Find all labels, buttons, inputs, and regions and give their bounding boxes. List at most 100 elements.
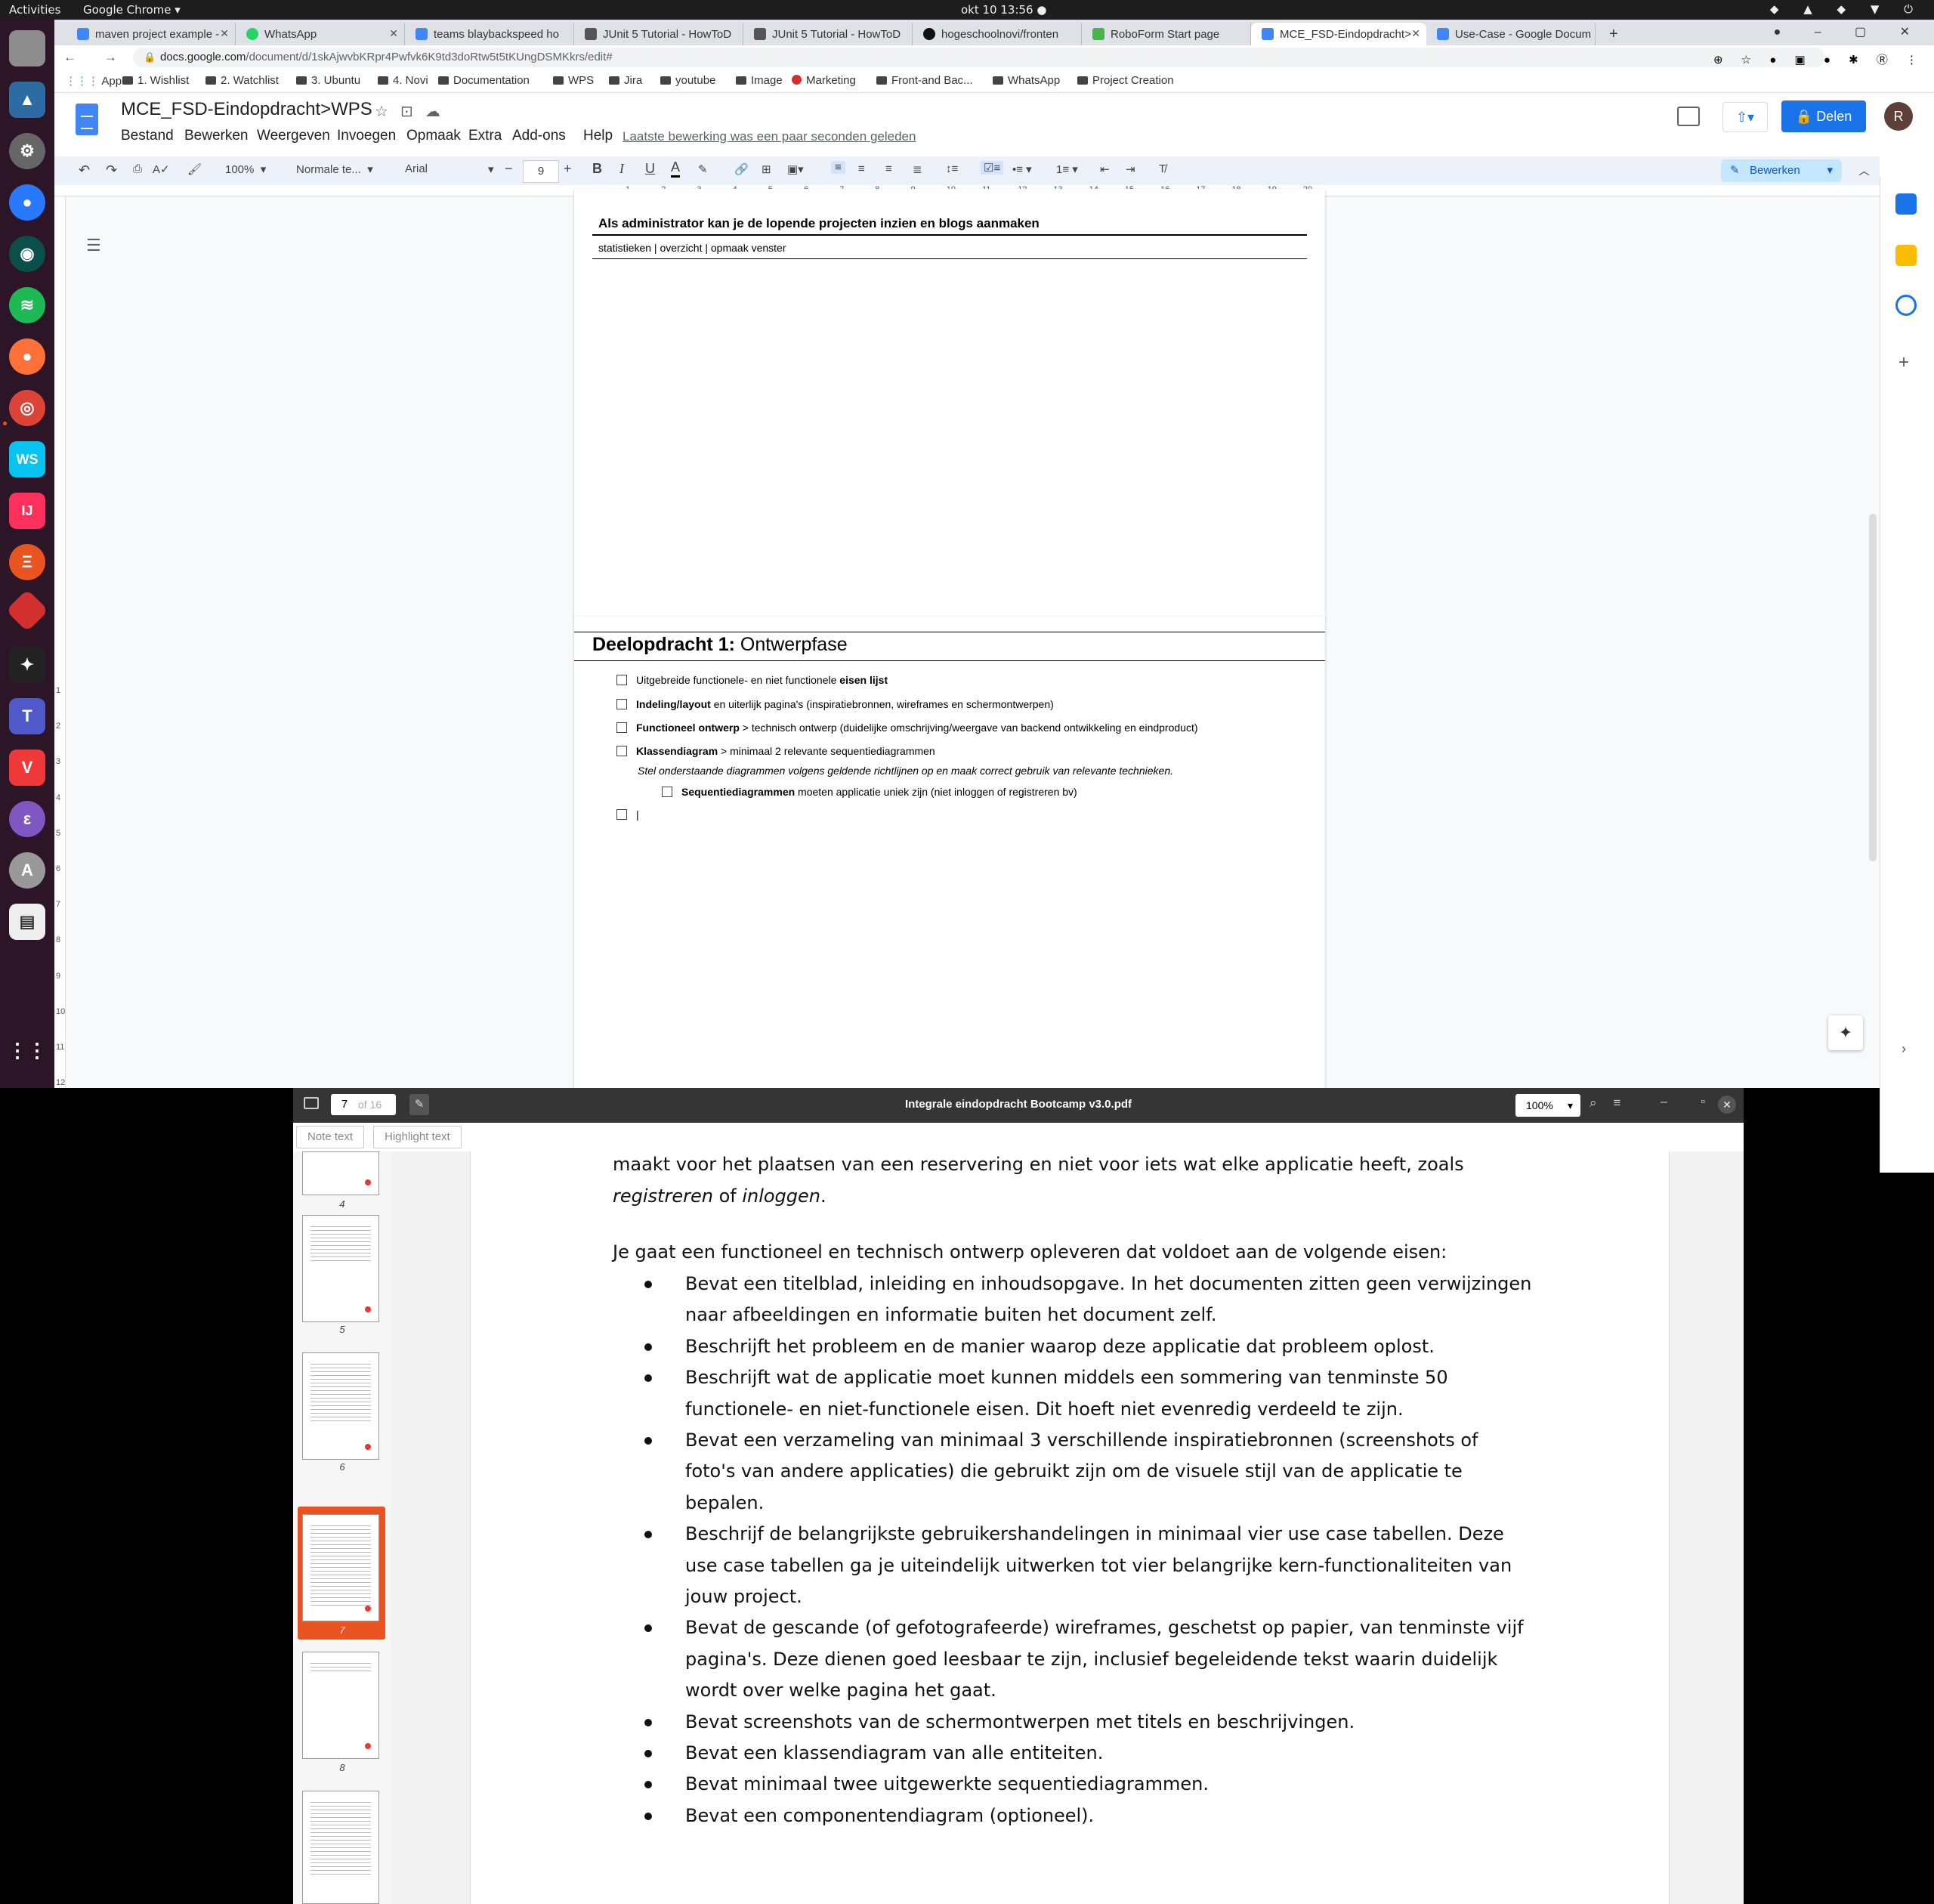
page-thumbnail[interactable] xyxy=(302,1791,379,1904)
bookmark-novi[interactable]: 4. Novi xyxy=(378,74,428,87)
vivaldi-icon[interactable]: V xyxy=(9,750,45,786)
bookmark-wps[interactable]: WPS xyxy=(553,74,594,87)
collapse-toolbar-icon[interactable]: ︿ xyxy=(1858,162,1870,178)
tab-use-case[interactable]: Use-Case - Google Docum xyxy=(1426,23,1596,45)
menu-add-ons[interactable]: Add-ons xyxy=(512,128,566,144)
intellij-icon[interactable]: IJ xyxy=(9,493,45,529)
menu-weergeven[interactable]: Weergeven xyxy=(257,128,330,144)
system-tray[interactable]: ◆ ▲ ◆ ▼ ⏻ xyxy=(1770,2,1923,16)
underline-icon[interactable]: U xyxy=(645,161,655,177)
firefox-icon[interactable]: ● xyxy=(9,338,45,375)
font-size-input[interactable]: 9 xyxy=(523,160,559,183)
spellcheck-icon[interactable]: A✓ xyxy=(153,162,170,176)
gitkraken-icon[interactable]: ◉ xyxy=(9,236,45,272)
italic-icon[interactable]: I xyxy=(619,161,624,177)
figma-icon[interactable]: ✦ xyxy=(9,647,45,683)
add-addon-icon[interactable]: + xyxy=(1898,352,1909,373)
bookmark-wishlist[interactable]: 1. Wishlist xyxy=(122,74,189,87)
text-color-icon[interactable]: A xyxy=(671,159,681,178)
emacs-icon[interactable]: ε xyxy=(9,801,45,837)
close-tab-icon[interactable]: ✕ xyxy=(389,27,398,40)
tab-github[interactable]: hogeschoolnovi/fronten xyxy=(913,23,1082,45)
document-outline-icon[interactable]: ☰ xyxy=(86,236,101,255)
checklist-sub-item[interactable]: Sequentiediagrammen moeten applicatie un… xyxy=(662,786,1077,798)
menu-extra[interactable]: Extra xyxy=(468,128,502,144)
page-thumbnail[interactable] xyxy=(302,1215,379,1322)
menu-help[interactable]: Help xyxy=(583,128,613,144)
justify-icon[interactable]: ≣ xyxy=(913,162,922,176)
tab-docs-active[interactable]: MCE_FSD-Eindopdracht> ✕ xyxy=(1251,23,1426,45)
webstorm-icon[interactable]: WS xyxy=(9,441,45,478)
title-actions[interactable]: ☆⊡☁ xyxy=(375,102,453,121)
checkbox[interactable] xyxy=(616,699,627,709)
omnibox[interactable]: 🔒 docs.google.com/document/d/1skAjwvbKRp… xyxy=(133,48,1825,67)
app-menu[interactable]: Google Chrome ▾ xyxy=(83,3,181,17)
bookmark-front-and-back[interactable]: Front-and Bac... xyxy=(876,74,973,87)
document-page[interactable]: Als administrator kan je de lopende proj… xyxy=(574,189,1325,618)
page-thumbnail[interactable] xyxy=(302,1652,379,1759)
settings-icon[interactable]: ⚙ xyxy=(9,133,45,169)
bookmark-watchlist[interactable]: 2. Watchlist xyxy=(205,74,279,87)
bookmark-youtube[interactable]: youtube xyxy=(660,74,715,87)
bookmark-project-creation[interactable]: Project Creation xyxy=(1077,74,1174,87)
page-thumbnail[interactable] xyxy=(302,1151,379,1195)
align-left-icon[interactable]: ≡ xyxy=(831,161,845,174)
keep-icon[interactable] xyxy=(1895,245,1917,266)
document-page[interactable]: Deelopdracht 1: Ontwerpfase Uitgebreide … xyxy=(574,617,1325,1088)
editing-mode-select[interactable]: ✎ Bewerken ▾ xyxy=(1721,159,1842,182)
software-updater-icon[interactable]: A xyxy=(9,852,45,889)
increase-font-icon[interactable]: + xyxy=(564,161,572,177)
print-icon[interactable]: ⎙ xyxy=(133,162,142,175)
window-controls[interactable]: – ▫ xyxy=(1661,1096,1720,1109)
page-thumbnail[interactable] xyxy=(302,1352,379,1460)
document-viewer-icon[interactable]: ▤ xyxy=(9,904,45,940)
align-right-icon[interactable]: ≡ xyxy=(885,162,892,175)
bookmark-marketing[interactable]: Marketing xyxy=(792,74,856,87)
decrease-font-icon[interactable]: − xyxy=(505,161,513,177)
close-tab-icon[interactable]: ✕ xyxy=(1411,27,1420,40)
clear-formatting-icon[interactable]: T̸ xyxy=(1159,162,1166,175)
zoom-select[interactable]: 100% ▾ xyxy=(1515,1094,1580,1117)
tab-junit-2[interactable]: JUnit 5 Tutorial - HowToD xyxy=(743,23,913,45)
calendar-icon[interactable] xyxy=(1895,193,1917,215)
checklist-icon[interactable]: ☑≡ xyxy=(981,161,1004,175)
vertical-ruler[interactable]: 1 2 3 4 5 6 7 8 9 10 11 12 xyxy=(54,196,66,1088)
tab-junit-1[interactable]: JUnit 5 Tutorial - HowToD xyxy=(574,23,743,45)
bookmark-apps[interactable]: ⋮⋮⋮ Apps xyxy=(65,74,128,88)
docs-logo-icon[interactable] xyxy=(76,104,98,135)
bookmark-image[interactable]: Image xyxy=(736,74,783,87)
redo-icon[interactable]: ↷ xyxy=(106,162,117,178)
extensions-area[interactable]: ⊕ ☆ ● ▣ ● ✱ Ⓡ ⋮ xyxy=(1713,51,1925,67)
comments-icon[interactable] xyxy=(1677,107,1700,126)
menu-bewerken[interactable]: Bewerken xyxy=(184,128,249,144)
expand-panel-icon[interactable]: › xyxy=(1902,1041,1906,1057)
share-button[interactable]: 🔒 Delen xyxy=(1781,100,1866,132)
checkbox[interactable] xyxy=(616,675,627,685)
remmina-icon[interactable]: ▲ xyxy=(9,82,45,118)
zoom-select[interactable]: 100% ▾ xyxy=(225,162,266,176)
files-icon[interactable] xyxy=(9,30,45,66)
font-select[interactable]: Arial ▾ xyxy=(405,162,494,176)
chromium-icon[interactable]: ● xyxy=(9,184,45,221)
close-tab-icon[interactable]: ✕ xyxy=(220,27,229,40)
style-select[interactable]: Normale te... ▾ xyxy=(296,162,373,176)
spotify-icon[interactable]: ≋ xyxy=(9,287,45,323)
window-controls[interactable]: ● – ▢ ✕ xyxy=(1774,24,1925,39)
tab-whatsapp[interactable]: WhatsApp ✕ xyxy=(236,23,405,45)
present-button[interactable]: ⇧▾ xyxy=(1722,102,1768,132)
menu-opmaak[interactable]: Opmaak xyxy=(406,128,461,144)
checkbox[interactable] xyxy=(662,787,672,797)
checklist-item[interactable]: Indeling/layout en uiterlijk pagina's (i… xyxy=(616,698,1054,710)
bookmark-documentation[interactable]: Documentation xyxy=(438,74,530,87)
tasks-icon[interactable] xyxy=(1895,295,1917,316)
bulleted-list-icon[interactable]: •≡ ▾ xyxy=(1012,162,1032,176)
activities-button[interactable]: Activities xyxy=(9,3,60,17)
highlight-text-button[interactable]: Highlight text xyxy=(373,1126,462,1148)
pdf-page[interactable]: maakt voor het plaatsen van een reserver… xyxy=(470,1151,1670,1904)
add-comment-icon[interactable]: ⊞ xyxy=(762,162,771,176)
bookmark-whatsapp[interactable]: WhatsApp xyxy=(993,74,1060,87)
page-thumbnail-current[interactable] xyxy=(302,1514,379,1621)
tab-teams-search[interactable]: teams blaybackspeed ho xyxy=(405,23,574,45)
show-apps-icon[interactable]: ⋮⋮ xyxy=(8,1032,47,1068)
insert-image-icon[interactable]: ▣▾ xyxy=(787,162,804,176)
